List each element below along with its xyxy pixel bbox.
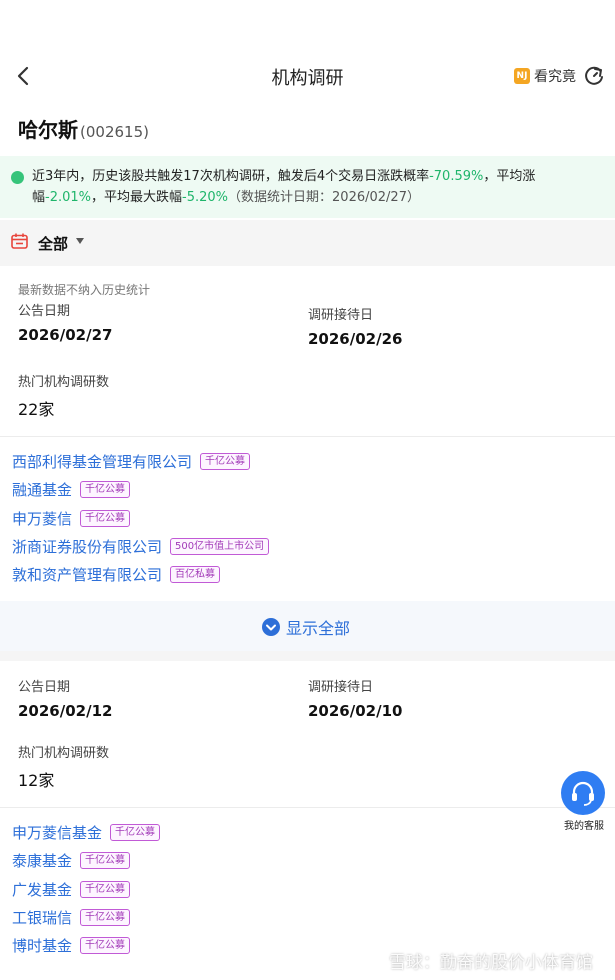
announce-date-value: 2026/02/27 bbox=[18, 326, 113, 344]
filter-bar[interactable]: 全部 bbox=[0, 220, 615, 266]
reception-date-label: 调研接待日 bbox=[308, 308, 374, 323]
show-all-bar: 显示全部 bbox=[0, 601, 615, 651]
institution-tag: 千亿公募 bbox=[200, 452, 251, 470]
institution-item[interactable]: 浙商证券股份有限公司 500亿市值上市公司 bbox=[12, 535, 270, 557]
institution-item[interactable]: 博时基金 千亿公募 bbox=[12, 934, 131, 956]
institution-item[interactable]: 工银瑞信 千亿公募 bbox=[12, 906, 131, 928]
institution-name[interactable]: 工银瑞信 bbox=[12, 907, 72, 928]
institution-tag: 百亿私募 bbox=[170, 565, 221, 583]
stock-title: 哈尔斯 (002615) bbox=[18, 114, 149, 143]
institution-name[interactable]: 博时基金 bbox=[12, 935, 72, 956]
latest-data-note: 最新数据不纳入历史统计 bbox=[18, 283, 151, 297]
summary-text: 幅 bbox=[32, 190, 46, 205]
calendar-icon bbox=[11, 233, 28, 249]
announce-date-value: 2026/02/12 bbox=[18, 702, 113, 720]
watermark: 雪球：勤奋的股价小体育馆 bbox=[365, 948, 593, 973]
max-drop: -5.20% bbox=[182, 190, 229, 205]
institution-tag: 千亿公募 bbox=[110, 823, 161, 841]
institution-tag: 千亿公募 bbox=[80, 936, 131, 954]
institution-name[interactable]: 西部利得基金管理有限公司 bbox=[12, 451, 192, 472]
show-all-label: 显示全部 bbox=[286, 619, 351, 638]
headset-icon bbox=[572, 781, 594, 806]
divider bbox=[0, 436, 615, 437]
institution-name[interactable]: 融通基金 bbox=[12, 479, 72, 500]
filter-label: 全部 bbox=[38, 235, 69, 253]
summary-banner: 近3年内，历史该股共触发17次机构调研，触发后4个交易日涨跌概率-70.59%，… bbox=[0, 156, 615, 218]
institution-tag: 千亿公募 bbox=[80, 480, 131, 498]
summary-text: ，平均涨 bbox=[483, 169, 536, 184]
institution-item[interactable]: 申万菱信基金 千亿公募 bbox=[12, 821, 161, 843]
hot-institution-count: 12家 bbox=[18, 771, 55, 790]
institution-item[interactable]: 广发基金 千亿公募 bbox=[12, 878, 131, 900]
summary-text: ，平均最大跌幅 bbox=[91, 190, 183, 205]
institution-tag: 千亿公募 bbox=[80, 880, 131, 898]
kanjiujing-button[interactable]: NJ 看究竟 bbox=[514, 66, 576, 86]
section-gap bbox=[0, 651, 615, 661]
lightning-icon bbox=[11, 171, 24, 184]
stock-code: (002615) bbox=[80, 123, 149, 141]
institution-name[interactable]: 申万菱信基金 bbox=[12, 822, 102, 843]
avg-change: -2.01% bbox=[45, 190, 92, 205]
institution-name[interactable]: 申万菱信 bbox=[12, 508, 72, 529]
institution-name[interactable]: 敦和资产管理有限公司 bbox=[12, 564, 162, 585]
customer-service-button[interactable] bbox=[561, 771, 605, 815]
announce-date-label: 公告日期 bbox=[18, 304, 71, 319]
institution-item[interactable]: 融通基金 千亿公募 bbox=[12, 478, 131, 500]
divider bbox=[0, 807, 615, 808]
reception-date-value: 2026/02/26 bbox=[308, 330, 403, 348]
rise-fall-rate: -70.59% bbox=[429, 169, 484, 184]
hot-institution-count: 22家 bbox=[18, 400, 55, 419]
stock-name: 哈尔斯 bbox=[18, 118, 78, 142]
institution-tag: 千亿公募 bbox=[80, 851, 131, 869]
reception-date-value: 2026/02/10 bbox=[308, 702, 403, 720]
reception-date-label: 调研接待日 bbox=[308, 680, 374, 695]
hot-institution-count-label: 热门机构调研数 bbox=[18, 375, 110, 390]
caret-down-icon bbox=[76, 238, 84, 244]
top-bar: 机构调研 NJ 看究竟 bbox=[0, 0, 615, 110]
institution-item[interactable]: 敦和资产管理有限公司 百亿私募 bbox=[12, 563, 221, 585]
institution-name[interactable]: 广发基金 bbox=[12, 879, 72, 900]
institution-tag: 500亿市值上市公司 bbox=[170, 537, 270, 555]
institution-item[interactable]: 泰康基金 千亿公募 bbox=[12, 849, 131, 871]
customer-service-label: 我的客服 bbox=[556, 818, 612, 836]
institution-item[interactable]: 申万菱信 千亿公募 bbox=[12, 507, 131, 529]
kanjiujing-label: 看究竟 bbox=[534, 69, 576, 85]
chevron-down-circle-icon bbox=[262, 618, 280, 636]
refresh-icon[interactable] bbox=[583, 65, 605, 87]
watermark-text: 雪球：勤奋的股价小体育馆 bbox=[389, 953, 593, 973]
announce-date-label: 公告日期 bbox=[18, 680, 71, 695]
kanjiujing-logo-icon: NJ bbox=[514, 68, 530, 84]
stat-date-note: （数据统计日期：2026/02/27） bbox=[228, 190, 420, 205]
show-all-button[interactable]: 显示全部 bbox=[262, 615, 350, 639]
hot-institution-count-label: 热门机构调研数 bbox=[18, 746, 110, 761]
institution-name[interactable]: 浙商证券股份有限公司 bbox=[12, 536, 162, 557]
institution-tag: 千亿公募 bbox=[80, 509, 131, 527]
snowball-logo-icon bbox=[366, 951, 384, 970]
institution-tag: 千亿公募 bbox=[80, 908, 131, 926]
institution-item[interactable]: 西部利得基金管理有限公司 千亿公募 bbox=[12, 450, 251, 472]
summary-text: 近3年内，历史该股共触发17次机构调研，触发后4个交易日涨跌概率 bbox=[32, 169, 430, 184]
institution-name[interactable]: 泰康基金 bbox=[12, 850, 72, 871]
